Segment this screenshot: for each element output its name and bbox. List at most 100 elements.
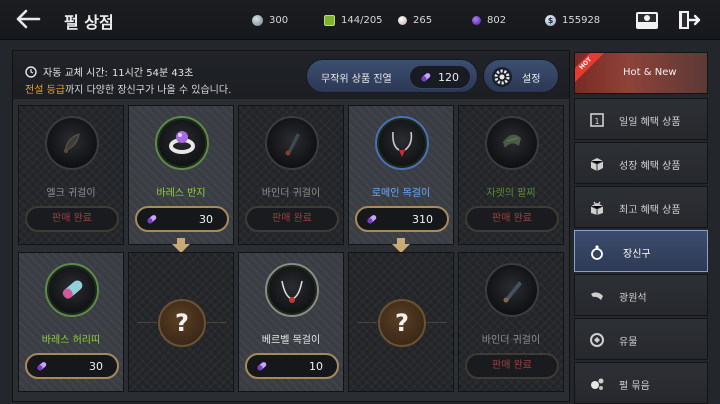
calendar-icon: 1	[590, 113, 604, 127]
clock-icon	[25, 65, 37, 78]
buy-button[interactable]: 30	[25, 353, 119, 379]
price-value: 30	[199, 213, 213, 226]
sidebar-item-label: 광원석	[619, 293, 647, 304]
shuffle-cost: 120	[409, 65, 471, 89]
resource-energy: 144/205	[324, 12, 383, 28]
pearl-icon	[398, 15, 407, 25]
earring-icon	[45, 116, 99, 170]
shuffle-products-button[interactable]: 무작위 상품 진열 120	[306, 59, 478, 93]
silver-orb-icon	[252, 14, 263, 26]
sidebar-item-label: 펄 묶음	[619, 381, 650, 392]
refresh-timer: 자동 교체 시간: 11시간 54분 43초	[25, 64, 193, 79]
notice-text: 까지 다양한 장신구가 나올 수 있습니다.	[64, 85, 232, 96]
notice-highlight: 전설 등급	[25, 85, 65, 96]
category-sidebar: HOT Hot & New 1 일일 혜택 상품 성장 혜택 상품 최고 혜택 …	[574, 50, 720, 404]
earring-icon	[265, 116, 319, 170]
product-name: 자렛의 팔찌	[486, 188, 536, 199]
sidebar-item-growth[interactable]: 성장 혜택 상품	[574, 142, 708, 184]
belt-icon	[45, 263, 99, 317]
back-arrow-icon	[16, 9, 41, 29]
sold-out-badge: 판매 완료	[465, 206, 559, 232]
product-card[interactable]: 바레스 허리띠 30	[18, 252, 124, 392]
back-button[interactable]	[14, 8, 42, 30]
necklace-icon	[375, 116, 429, 170]
shuffle-cost-value: 120	[438, 71, 459, 84]
product-card[interactable]: 바인더 귀걸이 판매 완료	[238, 105, 344, 245]
sidebar-item-hot-new[interactable]: HOT Hot & New	[574, 52, 708, 94]
divider-line	[357, 322, 377, 323]
question-mark-icon: ?	[158, 299, 206, 347]
product-name: 엘크 귀걸이	[46, 188, 96, 199]
page-title: 펄 상점	[64, 13, 114, 32]
sidebar-item-label: 유물	[619, 337, 638, 348]
bracelet-icon	[485, 116, 539, 170]
mystery-card: ?	[128, 252, 234, 392]
sidebar-item-label: 일일 혜택 상품	[619, 117, 681, 128]
price-value: 10	[309, 360, 323, 373]
sidebar-item-daily[interactable]: 1 일일 혜택 상품	[574, 98, 708, 140]
divider-line	[207, 322, 227, 323]
timer-label: 자동 교체 시간:	[43, 68, 108, 79]
sidebar-item-ore[interactable]: 광원석	[574, 274, 708, 316]
mystery-card: ?	[348, 252, 454, 392]
ring-icon	[591, 245, 603, 260]
sidebar-item-relic[interactable]: 유물	[574, 318, 708, 360]
question-mark-icon: ?	[378, 299, 426, 347]
product-card[interactable]: 바인더 귀걸이 판매 완료	[458, 252, 564, 392]
resource-pearl: 265	[398, 12, 432, 28]
product-card[interactable]: 엘크 귀걸이 판매 완료	[18, 105, 124, 245]
price-value: 310	[412, 213, 433, 226]
ring-icon	[155, 116, 209, 170]
resource-purple-gem: 802	[472, 12, 506, 28]
capsule-icon	[257, 362, 267, 371]
divider-line	[427, 322, 447, 323]
product-name: 바인더 귀걸이	[481, 335, 541, 346]
camera-icon	[636, 12, 658, 29]
sidebar-item-pearl-bundle[interactable]: 펄 묶음	[574, 362, 708, 404]
settings-button[interactable]: 설정	[483, 59, 559, 93]
resource-silver-coin: $ 155928	[545, 12, 600, 28]
svg-text:1: 1	[594, 117, 599, 126]
sidebar-item-label: 최고 혜택 상품	[619, 205, 681, 216]
price-value: 30	[89, 360, 103, 373]
earring-icon	[485, 263, 539, 317]
sold-out-badge: 판매 완료	[25, 206, 119, 232]
capsule-icon	[37, 362, 47, 371]
buy-button[interactable]: 310	[355, 206, 449, 232]
top-bar: 펄 상점 300 144/205 265 802 $ 155928	[0, 0, 720, 40]
exit-icon	[679, 11, 701, 29]
buy-button[interactable]: 10	[245, 353, 339, 379]
buy-button[interactable]: 30	[135, 206, 229, 232]
product-name: 바인더 귀걸이	[261, 188, 321, 199]
hot-badge: HOT	[575, 53, 608, 86]
product-name: 바레스 반지	[156, 188, 206, 199]
capsule-icon	[421, 73, 431, 82]
info-bar: 자동 교체 시간: 11시간 54분 43초 전설 등급까지 다양한 장신구가 …	[13, 51, 569, 99]
sidebar-item-accessories[interactable]: 장신구	[574, 230, 708, 272]
purple-gem-icon	[472, 15, 481, 25]
sold-out-badge: 판매 완료	[465, 353, 559, 379]
silver-coin-icon: $	[545, 14, 556, 26]
product-name: 로메인 목걸이	[371, 188, 431, 199]
camera-button[interactable]	[634, 8, 660, 32]
timer-value: 11시간 54분 43초	[111, 68, 194, 79]
sold-out-badge: 판매 완료	[245, 206, 339, 232]
product-card[interactable]: 베르벨 목걸이 10	[238, 252, 344, 392]
product-card[interactable]: 로메인 목걸이 310	[348, 105, 454, 245]
capsule-icon	[367, 215, 377, 224]
product-name: 바레스 허리띠	[41, 335, 101, 346]
product-card[interactable]: 바레스 반지 30	[128, 105, 234, 245]
energy-icon	[324, 14, 335, 26]
necklace-icon	[265, 263, 319, 317]
gear-icon	[492, 67, 512, 87]
shop-panel: 자동 교체 시간: 11시간 54분 43초 전설 등급까지 다양한 장신구가 …	[12, 50, 570, 402]
sidebar-item-label: 장신구	[623, 249, 651, 260]
pearls-icon	[591, 378, 604, 390]
crate-icon	[590, 201, 604, 215]
resource-silver-orb: 300	[252, 12, 288, 28]
exit-button[interactable]	[676, 8, 702, 32]
box-icon	[590, 158, 604, 171]
product-card[interactable]: 자렛의 팔찌 판매 완료	[458, 105, 564, 245]
sidebar-item-best[interactable]: 최고 혜택 상품	[574, 186, 708, 228]
ore-icon	[591, 292, 603, 300]
